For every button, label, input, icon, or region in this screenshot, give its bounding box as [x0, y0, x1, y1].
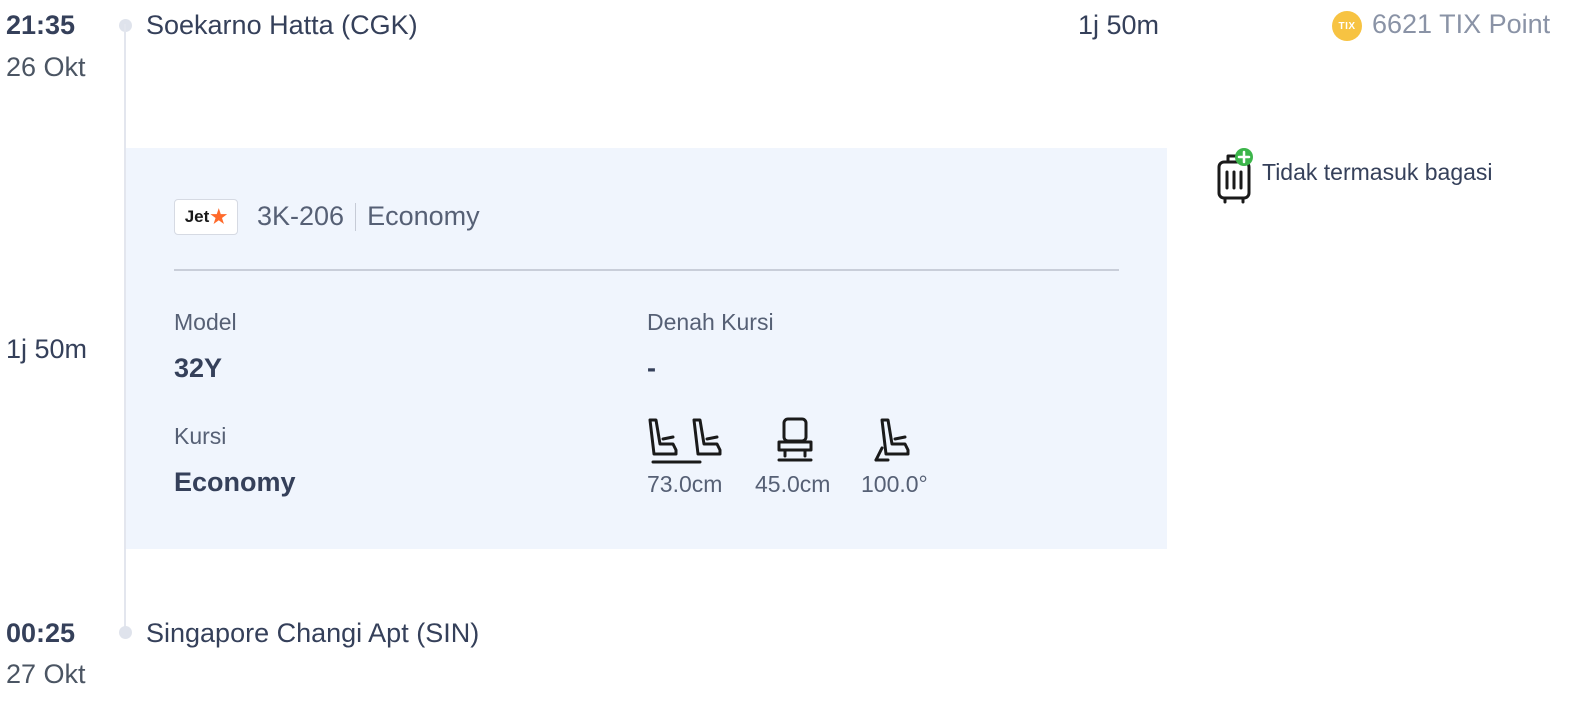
- jetstar-star-icon: ★: [210, 206, 228, 228]
- seat-width-value: 45.0cm: [755, 471, 831, 497]
- card-divider: [174, 269, 1119, 271]
- seat-recline-value: 100.0°: [861, 471, 928, 497]
- airline-logo: Jet ★: [174, 199, 238, 235]
- arrival-airport: Singapore Changi Apt (SIN): [146, 618, 480, 648]
- seat-pitch-icon: [648, 418, 722, 464]
- departure-time: 21:35: [6, 10, 76, 40]
- flight-info: 3K-206 Economy: [257, 201, 480, 232]
- arrival-dot: [119, 626, 132, 639]
- arrival-time: 00:25: [6, 618, 76, 648]
- flight-number: 3K-206: [257, 201, 345, 231]
- seat-pitch-value: 73.0cm: [647, 471, 723, 497]
- arrival-date: 27 Okt: [6, 659, 86, 689]
- timeline-duration: 1j 50m: [6, 334, 88, 364]
- luggage-add-icon: [1217, 148, 1253, 204]
- flight-cabin: Economy: [367, 201, 480, 231]
- seat-label: Kursi: [174, 423, 227, 449]
- tix-coin-icon: TIX: [1332, 11, 1362, 41]
- flight-duration: 1j 50m: [1078, 10, 1160, 40]
- seat-recline-icon: [874, 418, 910, 462]
- flight-info-separator: [355, 202, 357, 231]
- seat-width-icon: [777, 417, 813, 462]
- departure-airport: Soekarno Hatta (CGK): [146, 10, 418, 40]
- model-value: 32Y: [174, 353, 223, 383]
- seatmap-value: -: [647, 353, 656, 383]
- baggage-info: Tidak termasuk bagasi: [1262, 159, 1493, 185]
- seat-value: Economy: [174, 467, 296, 497]
- departure-date: 26 Okt: [6, 52, 86, 82]
- flight-detail-card: Jet ★ 3K-206 Economy Model 32Y Denah Kurs…: [126, 148, 1167, 549]
- tix-points: 6621 TIX Point: [1372, 9, 1551, 39]
- model-label: Model: [174, 309, 237, 335]
- seatmap-label: Denah Kursi: [647, 309, 774, 335]
